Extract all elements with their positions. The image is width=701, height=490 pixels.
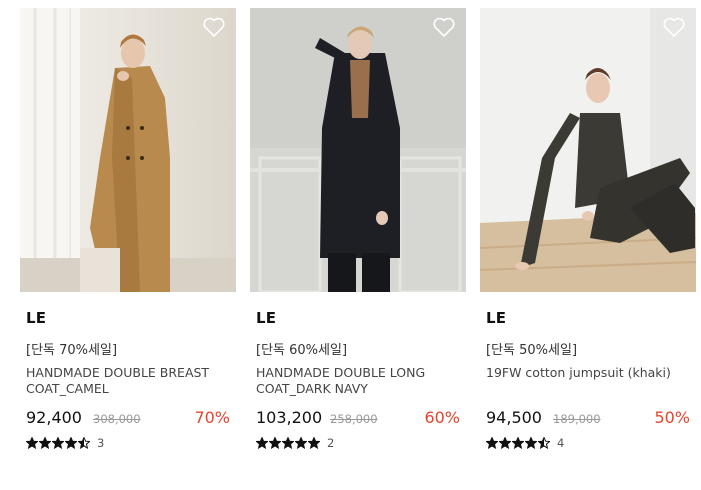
- star-full-icon: [65, 437, 77, 449]
- heart-outline-icon[interactable]: [432, 16, 456, 38]
- original-price: 308,000: [93, 412, 141, 426]
- discount-rate: 70%: [194, 408, 230, 427]
- star-full-icon: [269, 437, 281, 449]
- star-full-icon: [52, 437, 64, 449]
- product-image[interactable]: [20, 8, 236, 292]
- promo-label: [단독 60%세일]: [256, 343, 348, 358]
- product-name-line[interactable]: HANDMADE DOUBLE BREAST: [26, 365, 238, 381]
- sale-price: 103,200: [256, 408, 323, 427]
- product-name-line[interactable]: COAT_DARK NAVY: [256, 381, 468, 397]
- star-full-icon: [295, 437, 307, 449]
- star-full-icon: [486, 437, 498, 449]
- review-count: 4: [557, 436, 565, 450]
- star-full-icon: [256, 437, 268, 449]
- woman-in-camel-coat-photo: [20, 8, 236, 292]
- sale-price: 94,500: [486, 408, 542, 427]
- star-rating: 2: [256, 436, 334, 450]
- discount-rate: 60%: [424, 408, 460, 427]
- review-count: 3: [97, 436, 105, 450]
- original-price: 258,000: [330, 412, 378, 426]
- star-full-icon: [26, 437, 38, 449]
- star-rating: 4: [486, 436, 564, 450]
- star-half-icon: [78, 437, 90, 449]
- brand-name[interactable]: LE: [486, 309, 506, 327]
- original-price: 189,000: [553, 412, 601, 426]
- star-full-icon: [39, 437, 51, 449]
- product-image[interactable]: [480, 8, 696, 292]
- heart-outline-icon[interactable]: [662, 16, 686, 38]
- heart-outline-icon[interactable]: [202, 16, 226, 38]
- brand-name[interactable]: LE: [256, 309, 276, 327]
- woman-in-dark-navy-coat-photo: [250, 8, 466, 292]
- discount-rate: 50%: [654, 408, 690, 427]
- review-count: 2: [327, 436, 335, 450]
- product-image[interactable]: [250, 8, 466, 292]
- brand-name[interactable]: LE: [26, 309, 46, 327]
- promo-label: [단독 50%세일]: [486, 343, 578, 358]
- star-half-icon: [538, 437, 550, 449]
- product-name[interactable]: HANDMADE DOUBLE BREAST COAT_CAMEL: [26, 365, 238, 397]
- product-card[interactable]: LE [단독 70%세일] HANDMADE DOUBLE BREAST COA…: [20, 0, 236, 450]
- star-full-icon: [512, 437, 524, 449]
- star-full-icon: [282, 437, 294, 449]
- product-card[interactable]: LE [단독 50%세일] 19FW cotton jumpsuit (khak…: [480, 0, 696, 450]
- woman-in-khaki-jumpsuit-photo: [480, 8, 696, 292]
- star-full-icon: [308, 437, 320, 449]
- product-name-line[interactable]: HANDMADE DOUBLE LONG: [256, 365, 468, 381]
- star-full-icon: [499, 437, 511, 449]
- product-name-line[interactable]: 19FW cotton jumpsuit (khaki): [486, 365, 698, 381]
- sale-price: 92,400: [26, 408, 82, 427]
- product-card[interactable]: LE [단독 60%세일] HANDMADE DOUBLE LONG COAT_…: [250, 0, 466, 450]
- product-name-line[interactable]: COAT_CAMEL: [26, 381, 238, 397]
- product-name[interactable]: HANDMADE DOUBLE LONG COAT_DARK NAVY: [256, 365, 468, 397]
- product-name[interactable]: 19FW cotton jumpsuit (khaki): [486, 365, 698, 381]
- star-rating: 3: [26, 436, 104, 450]
- promo-label: [단독 70%세일]: [26, 343, 118, 358]
- star-full-icon: [525, 437, 537, 449]
